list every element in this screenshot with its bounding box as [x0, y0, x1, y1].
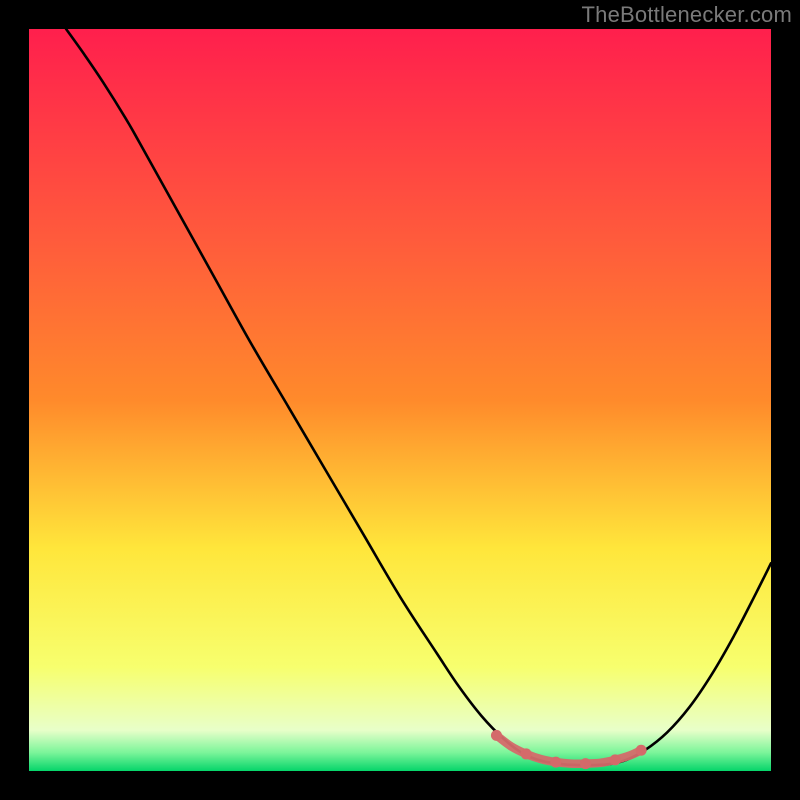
highlight-dot: [636, 745, 647, 756]
chart-frame: TheBottlenecker.com: [0, 0, 800, 800]
plot-area: [29, 29, 771, 771]
highlight-dot: [521, 748, 532, 759]
highlight-dot: [550, 757, 561, 768]
highlight-dot: [580, 758, 591, 769]
highlight-dot: [610, 754, 621, 765]
gradient-background: [29, 29, 771, 771]
watermark-text: TheBottlenecker.com: [582, 2, 792, 28]
highlight-dot: [491, 730, 502, 741]
chart-svg: [29, 29, 771, 771]
